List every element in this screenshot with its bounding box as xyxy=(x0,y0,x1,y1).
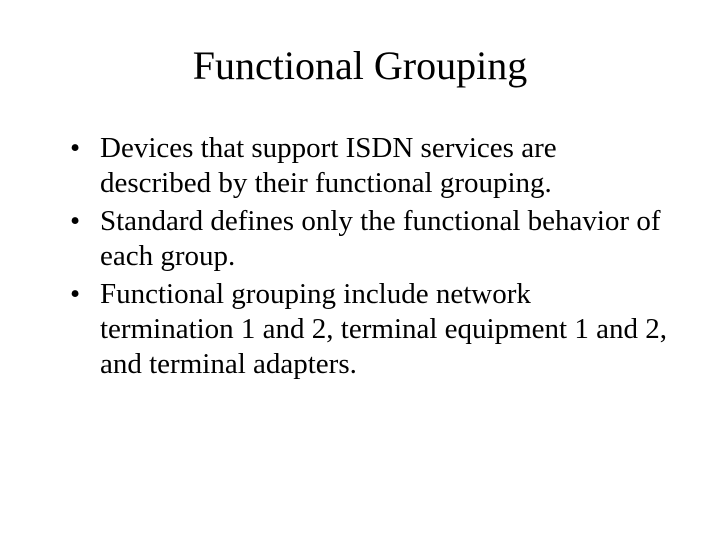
bullet-list: Devices that support ISDN services are d… xyxy=(50,131,670,383)
list-item: Standard defines only the functional beh… xyxy=(70,204,670,275)
list-item: Devices that support ISDN services are d… xyxy=(70,131,670,202)
list-item: Functional grouping include network term… xyxy=(70,277,670,383)
slide-title: Functional Grouping xyxy=(50,42,670,89)
